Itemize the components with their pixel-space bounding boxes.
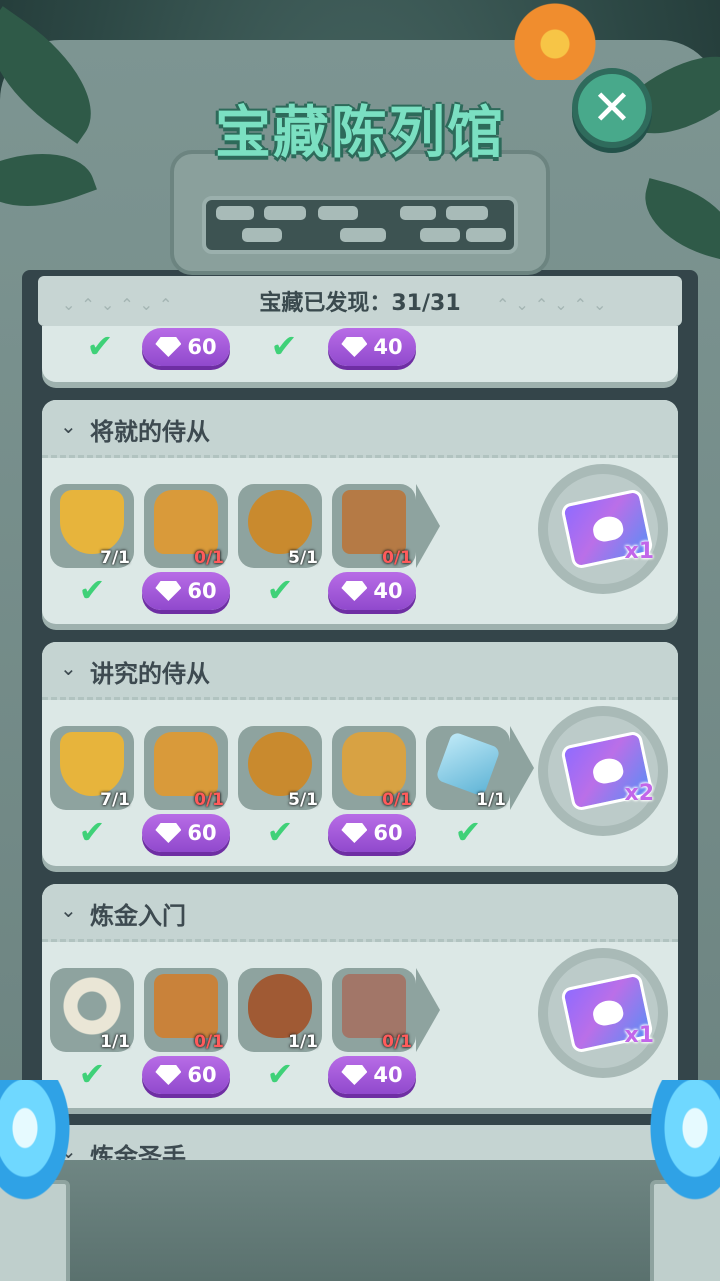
treasure-slot[interactable]: 5/1 (238, 726, 322, 810)
gem-buy-button[interactable]: 60 (328, 814, 416, 852)
check-icon: ✔ (266, 1055, 294, 1093)
check-icon: ✔ (78, 813, 106, 851)
treasure-slot[interactable]: 0/1 (144, 484, 228, 568)
gem-icon (341, 337, 368, 357)
stone-tablet-icon (342, 974, 406, 1038)
bone-ring-icon (60, 974, 124, 1038)
reward-slot[interactable]: x1 (538, 948, 668, 1078)
reward-slot[interactable]: x2 (538, 706, 668, 836)
chevron-down-icon: ⌄ (60, 898, 77, 922)
collection-card: ⌄ 将就的侍从 7/1 ✔ 0/1 60 5/1 ✔ 0/1 40 x1 (42, 400, 678, 624)
gem-icon (341, 823, 368, 843)
boots-icon (342, 490, 406, 554)
page-title: 宝藏陈列馆 (215, 101, 505, 166)
treasure-slot[interactable]: 0/1 (332, 484, 416, 568)
treasure-slot[interactable]: 0/1 (144, 968, 228, 1052)
slot-arrow (416, 484, 440, 568)
check-icon: ✔ (78, 571, 106, 609)
check-icon: ✔ (86, 327, 114, 365)
collection-card: ⌄ 讲究的侍从 7/1 ✔ 0/1 60 5/1 ✔ 0/1 60 1/1 ✔ … (42, 642, 678, 866)
gem-icon (155, 337, 182, 357)
gem-buy-button[interactable]: 60 (142, 328, 230, 366)
blue-flame-icon (650, 1080, 720, 1200)
armor-icon (154, 732, 218, 796)
blue-flame-icon (0, 1080, 70, 1200)
gem-buy-button[interactable]: 60 (142, 1056, 230, 1094)
gem-icon (155, 581, 182, 601)
gem-icon (341, 1065, 368, 1085)
reward-slot[interactable]: x1 (538, 464, 668, 594)
slot-arrow (416, 968, 440, 1052)
collection-card-partial: ✔ 60 ✔ 40 (42, 326, 678, 382)
collection-scroll-area[interactable]: ✔ 60 ✔ 40 ⌄ 将就的侍从 7/1 ✔ 0/1 60 5/1 ✔ 0/1… (38, 326, 682, 1166)
discovery-progress-text: 宝藏已发现：31/31 (259, 291, 461, 316)
mickey-medallion-icon (342, 732, 406, 796)
gem-icon (155, 823, 182, 843)
belt-icon (248, 732, 312, 796)
chevron-decoration-right: ⌃⌄⌃⌄⌃⌄ (496, 295, 613, 314)
treasure-slot[interactable]: 5/1 (238, 484, 322, 568)
card-title: 将就的侍从 (90, 418, 210, 446)
gem-buy-button[interactable]: 60 (142, 572, 230, 610)
card-title: 炼金入门 (90, 902, 186, 930)
card-header[interactable]: ⌄ 将就的侍从 (42, 400, 678, 458)
bottom-stone-ledge (0, 1160, 720, 1281)
title-slot (202, 196, 518, 254)
card-header[interactable]: ⌄ 炼金入门 (42, 884, 678, 942)
belt-icon (248, 490, 312, 554)
treasure-slot[interactable]: 0/1 (144, 726, 228, 810)
crystal-sword-icon (435, 731, 501, 797)
gem-buy-button[interactable]: 40 (328, 328, 416, 366)
treasure-slot[interactable]: 0/1 (332, 726, 416, 810)
check-icon: ✔ (266, 813, 294, 851)
card-header[interactable]: ⌄ 讲究的侍从 (42, 642, 678, 700)
mickey-shield-icon (60, 732, 124, 796)
check-icon: ✔ (454, 813, 482, 851)
check-icon: ✔ (266, 571, 294, 609)
tribal-shield-icon (248, 974, 312, 1038)
treasure-slot[interactable]: 1/1 (426, 726, 510, 810)
gem-icon (341, 581, 368, 601)
chevron-down-icon: ⌄ (60, 414, 77, 438)
tiki-mask-icon (154, 974, 218, 1038)
gem-buy-button[interactable]: 60 (142, 814, 230, 852)
flower-icon (505, 0, 605, 80)
treasure-slot[interactable]: 0/1 (332, 968, 416, 1052)
check-icon: ✔ (78, 1055, 106, 1093)
close-button[interactable]: ✕ (572, 68, 652, 148)
slot-arrow (510, 726, 534, 810)
check-icon: ✔ (270, 327, 298, 365)
gem-buy-button[interactable]: 40 (328, 1056, 416, 1094)
treasure-slot[interactable]: 7/1 (50, 484, 134, 568)
chevron-down-icon: ⌄ (60, 656, 77, 680)
treasure-slot[interactable]: 1/1 (50, 968, 134, 1052)
close-icon: ✕ (591, 80, 633, 136)
armor-icon (154, 490, 218, 554)
treasure-slot[interactable]: 1/1 (238, 968, 322, 1052)
chevron-decoration-left: ⌄⌃⌄⌃⌄⌃ (62, 295, 179, 314)
gem-icon (155, 1065, 182, 1085)
gem-buy-button[interactable]: 40 (328, 572, 416, 610)
treasure-slot[interactable]: 7/1 (50, 726, 134, 810)
collection-card: ⌄ 炼金入门 1/1 ✔ 0/1 60 1/1 ✔ 0/1 40 x1 (42, 884, 678, 1108)
mickey-shield-icon (60, 490, 124, 554)
card-title: 讲究的侍从 (90, 660, 210, 688)
